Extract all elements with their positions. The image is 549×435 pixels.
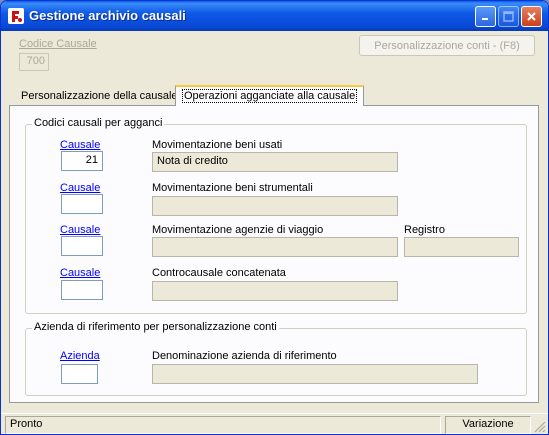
causale-code-input-4[interactable] [61,280,103,300]
close-button[interactable] [521,6,542,27]
registro-label: Registro [404,224,445,236]
desc-field-4 [152,281,398,301]
codice-causale-field: 700 [19,53,49,71]
desc-label-4: Controcausale concatenata [152,267,286,279]
causale-link-1[interactable]: Causale [60,139,100,151]
tab-panel: Codici causali per agganci Causale 21 Mo… [9,105,539,403]
codice-causale-label: Codice Causale [19,38,97,50]
causale-code-input-1[interactable]: 21 [61,151,103,171]
desc-label-1: Movimentazione beni usati [152,139,283,151]
minimize-icon [482,18,488,20]
causale-code-input-2[interactable] [61,194,103,214]
group-azienda-title: Azienda di riferimento per personalizzaz… [32,321,279,333]
desc-field-2 [152,196,398,216]
tab-personalizzazione[interactable]: Personalizzazione della causale [15,87,184,107]
title-bar[interactable]: Gestione archivio causali [1,1,548,31]
status-right: Variazione [445,416,531,434]
denominazione-azienda-label: Denominazione azienda di riferimento [152,350,337,362]
window-title: Gestione archivio causali [29,8,186,23]
desc-label-3: Movimentazione agenzie di viaggio [152,224,324,236]
maximize-button[interactable] [498,6,519,27]
maximize-icon [503,11,514,22]
status-bar: Pronto Variazione [1,413,548,434]
causale-link-4[interactable]: Causale [60,267,100,279]
minimize-button[interactable] [475,6,496,27]
denominazione-azienda-field [152,364,478,384]
azienda-code-input[interactable] [61,364,98,384]
app-icon [8,8,24,24]
personalizzazione-conti-button[interactable]: Personalizzazione conti - (F8) [359,35,535,56]
group-codici-title: Codici causali per agganci [32,117,165,129]
registro-field [404,237,519,257]
resize-grip-icon[interactable] [533,420,546,433]
tab-operazioni-label: Operazioni agganciate alla causale [182,89,358,103]
causale-link-2[interactable]: Causale [60,182,100,194]
azienda-link[interactable]: Azienda [60,350,100,362]
main-window: Gestione archivio causali Codice Causale… [0,0,549,435]
status-left: Pronto [5,416,441,434]
desc-field-3 [152,237,398,257]
causale-link-3[interactable]: Causale [60,224,100,236]
desc-label-2: Movimentazione beni strumentali [152,182,313,194]
close-icon [527,12,536,21]
tab-operazioni-agganciate[interactable]: Operazioni agganciate alla causale [175,85,365,106]
desc-field-1: Nota di credito [152,152,398,172]
causale-code-input-3[interactable] [61,236,103,256]
group-azienda-riferimento: Azienda di riferimento per personalizzaz… [25,321,527,396]
